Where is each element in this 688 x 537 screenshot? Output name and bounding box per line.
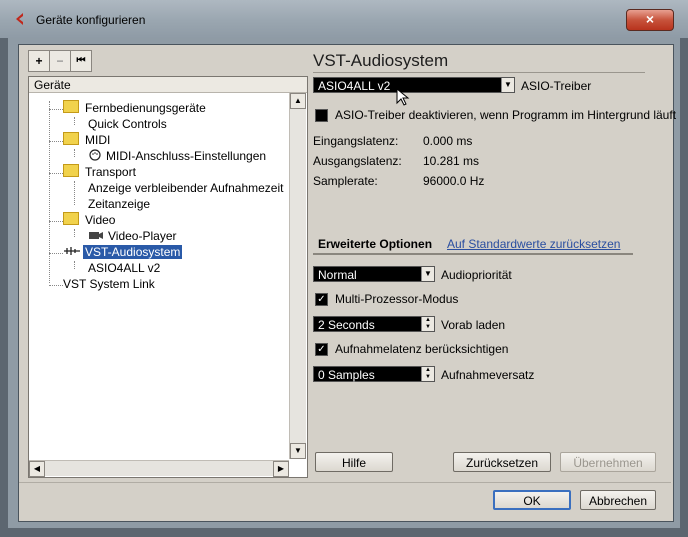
title-bar: Geräte konfigurieren ×: [0, 0, 688, 38]
output-latency-label: Ausgangslatenz:: [313, 154, 402, 168]
record-offset-label: Aufnahmeversatz: [441, 368, 535, 382]
tree-header: Geräte: [29, 77, 307, 93]
record-offset-stepper[interactable]: 0 Samples ▲ ▼: [313, 366, 435, 382]
reset-button[interactable]: Zurücksetzen: [453, 452, 551, 472]
tree-item-video[interactable]: Video: [63, 212, 115, 228]
tree-guide: [74, 229, 75, 237]
cancel-button[interactable]: Abbrechen: [580, 490, 656, 510]
record-latency-label: Aufnahmelatenz berücksichtigen: [335, 342, 509, 356]
tree-guide: [74, 181, 75, 205]
tree-item-quick-controls[interactable]: Quick Controls: [88, 116, 167, 132]
tree-item-vst-system-link[interactable]: VST System Link: [63, 276, 155, 292]
folder-icon: [63, 164, 79, 177]
tree-vertical-scrollbar[interactable]: ▲ ▼: [289, 93, 306, 459]
reset-device-button[interactable]: ⏮: [70, 50, 92, 72]
asio-driver-select[interactable]: ASIO4ALL v2 ▼: [313, 77, 515, 93]
multiprocessor-checkbox[interactable]: ✓: [315, 293, 328, 306]
audio-priority-select[interactable]: Normal ▼: [313, 266, 435, 282]
chevron-down-icon: ▼: [501, 78, 514, 92]
deactivate-asio-checkbox[interactable]: [315, 109, 328, 122]
apply-button[interactable]: Übernehmen: [560, 452, 656, 472]
tab-advanced-options[interactable]: Erweiterte Optionen: [318, 237, 432, 251]
folder-icon: [63, 212, 79, 225]
audio-priority-label: Audiopriorität: [441, 268, 512, 282]
tree-item-remaining-time[interactable]: Anzeige verbleibender Aufnahmezeit: [88, 180, 283, 196]
input-latency-label: Eingangslatenz:: [313, 134, 399, 148]
tree-item-asio4all[interactable]: ASIO4ALL v2: [88, 260, 160, 276]
mouse-cursor-icon: [396, 88, 410, 106]
asio-driver-label: ASIO-Treiber: [521, 79, 592, 93]
folder-icon: [63, 100, 79, 113]
tree-item-transport[interactable]: Transport: [63, 164, 136, 180]
stepper-arrows-icon: ▲ ▼: [421, 367, 434, 381]
tree-guide: [49, 101, 50, 283]
samplerate-value: 96000.0 Hz: [423, 174, 485, 188]
input-latency-value: 0.000 ms: [423, 134, 473, 148]
tree-item-midi-ports[interactable]: MIDI-Anschluss-Einstellungen: [88, 148, 266, 164]
scroll-up-icon[interactable]: ▲: [290, 93, 306, 109]
multiprocessor-label: Multi-Prozessor-Modus: [335, 292, 459, 306]
reset-defaults-link[interactable]: Auf Standardwerte zurücksetzen: [447, 237, 620, 251]
tab-underline: [313, 253, 633, 255]
tree-guide: [49, 221, 63, 222]
tree-guide: [74, 117, 75, 125]
tree-item-video-player[interactable]: Video-Player: [88, 228, 176, 244]
audio-device-icon: [64, 247, 80, 255]
tree-guide: [49, 141, 63, 142]
tree-guide: [74, 149, 75, 157]
tree-guide: [49, 285, 63, 286]
remove-device-button[interactable]: −: [49, 50, 71, 72]
device-tree: Geräte Fernbedienungsgeräte Quick Contro…: [28, 76, 308, 478]
tree-guide: [49, 173, 63, 174]
tree-horizontal-scrollbar[interactable]: ◀ ▶: [29, 460, 289, 477]
tree-item-time-display[interactable]: Zeitanzeige: [88, 196, 150, 212]
scroll-left-icon[interactable]: ◀: [29, 461, 45, 477]
video-player-icon: [89, 232, 103, 239]
add-device-button[interactable]: +: [28, 50, 50, 72]
window-title: Geräte konfigurieren: [36, 13, 146, 27]
tree-item-fernbedienung[interactable]: Fernbedienungsgeräte: [63, 100, 206, 116]
folder-icon: [63, 132, 79, 145]
help-button[interactable]: Hilfe: [315, 452, 393, 472]
app-logo-icon: [16, 13, 23, 25]
record-latency-checkbox[interactable]: ✓: [315, 343, 328, 356]
panel-heading: VST-Audiosystem: [313, 51, 449, 70]
output-latency-value: 10.281 ms: [423, 154, 480, 168]
tree-item-vst-audiosystem[interactable]: VST-Audiosystem: [63, 244, 183, 260]
chevron-down-icon: ▼: [421, 267, 434, 281]
ok-button[interactable]: OK: [493, 490, 571, 510]
close-button[interactable]: ×: [626, 9, 674, 31]
midi-port-icon: [89, 149, 101, 161]
tree-guide: [74, 261, 75, 269]
tree-item-midi[interactable]: MIDI: [63, 132, 110, 148]
preload-label: Vorab laden: [441, 318, 506, 332]
scroll-down-icon[interactable]: ▼: [290, 443, 306, 459]
deactivate-asio-label: ASIO-Treiber deaktivieren, wenn Programm…: [335, 108, 677, 122]
tree-guide: [49, 253, 63, 254]
tree-guide: [49, 109, 63, 110]
samplerate-label: Samplerate:: [313, 174, 378, 188]
footer-divider: [19, 482, 671, 483]
preload-stepper[interactable]: 2 Seconds ▲ ▼: [313, 316, 435, 332]
heading-divider: [313, 72, 645, 73]
scroll-right-icon[interactable]: ▶: [273, 461, 289, 477]
stepper-arrows-icon: ▲ ▼: [421, 317, 434, 331]
